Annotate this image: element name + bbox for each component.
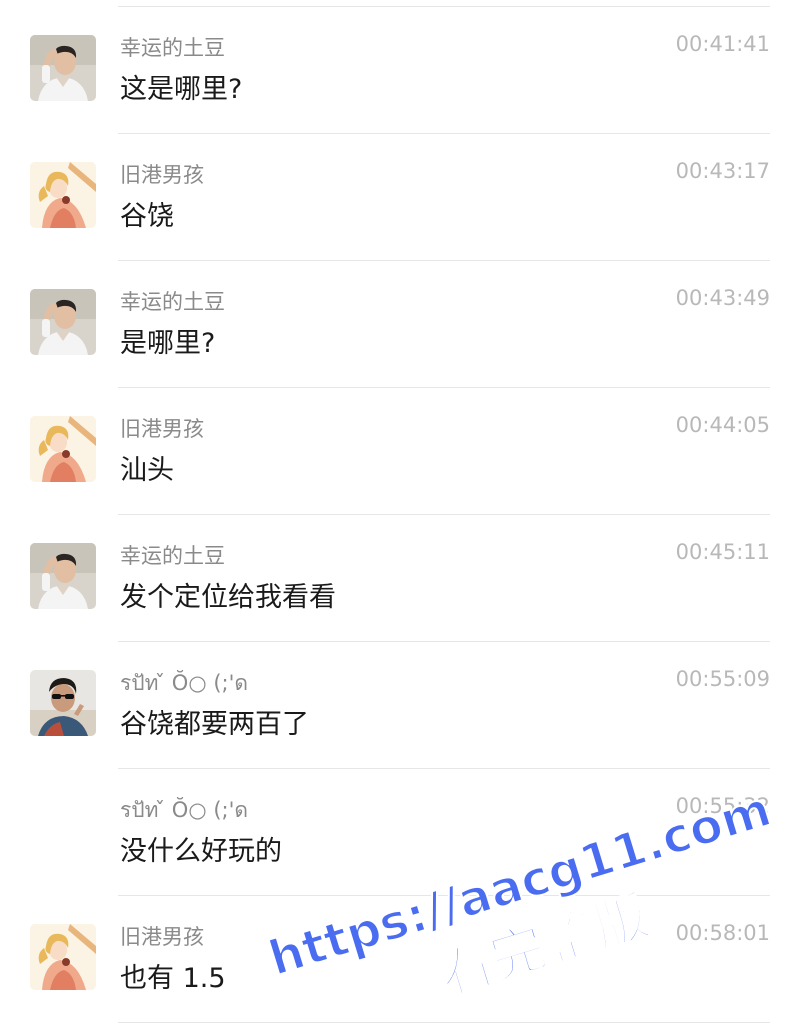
sender-name: 幸运的土豆	[120, 544, 225, 568]
message-item[interactable]: 旧港男孩 00:44:05 汕头	[0, 388, 800, 515]
message-text: 也有 1.5	[120, 963, 226, 994]
message-time: 00:55:32	[675, 794, 770, 818]
sender-name: 幸运的土豆	[120, 290, 225, 314]
message-time: 00:58:01	[675, 921, 770, 945]
message-time: 00:55:09	[675, 667, 770, 691]
message-text: 谷饶	[120, 201, 174, 232]
sender-name: 旧港男孩	[120, 163, 204, 187]
anime-character-avatar[interactable]	[30, 416, 96, 482]
message-text: 汕头	[120, 455, 174, 486]
message-item[interactable]: รปัท ̌ Ŏ○ (;'ด 00:55:09 谷饶都要两百了	[0, 642, 800, 769]
message-text: 没什么好玩的	[120, 836, 282, 867]
message-item[interactable]: 幸运的土豆 00:43:49 是哪里?	[0, 261, 800, 388]
sender-name: 幸运的土豆	[120, 36, 225, 60]
message-time: 00:43:49	[675, 286, 770, 310]
message-time: 00:45:11	[675, 540, 770, 564]
message-item[interactable]: 幸运的土豆 00:41:41 这是哪里?	[0, 7, 800, 134]
anime-character-avatar[interactable]	[30, 924, 96, 990]
sender-name: 旧港男孩	[120, 925, 204, 949]
sender-name: 旧港男孩	[120, 417, 204, 441]
man-white-shirt-avatar[interactable]	[30, 35, 96, 101]
message-text: 是哪里?	[120, 328, 216, 359]
sender-name: รปัท ̌ Ŏ○ (;'ด	[120, 671, 249, 695]
chat-history-page: 幸运的土豆 00:41:41 这是哪里? 旧港男孩 00:43:17 谷饶 幸运的土豆 00:…	[0, 0, 800, 1034]
sunglasses-person-avatar[interactable]	[30, 670, 96, 736]
message-item[interactable]: 旧港男孩 00:58:01 也有 1.5	[0, 896, 800, 1023]
message-time: 00:44:05	[675, 413, 770, 437]
message-item[interactable]: 旧港男孩 00:43:17 谷饶	[0, 134, 800, 261]
anime-character-avatar[interactable]	[30, 162, 96, 228]
sender-name: รปัท ̌ Ŏ○ (;'ด	[120, 798, 249, 822]
message-time: 00:43:17	[675, 159, 770, 183]
divider	[118, 1022, 770, 1023]
message-time: 00:41:41	[675, 32, 770, 56]
message-item[interactable]: รปัท ̌ Ŏ○ (;'ด 00:55:32 没什么好玩的	[0, 769, 800, 896]
message-item[interactable]: 幸运的土豆 00:45:11 发个定位给我看看	[0, 515, 800, 642]
message-text: 这是哪里?	[120, 74, 243, 105]
man-white-shirt-avatar[interactable]	[30, 543, 96, 609]
man-white-shirt-avatar[interactable]	[30, 289, 96, 355]
message-text: 谷饶都要两百了	[120, 709, 309, 740]
message-text: 发个定位给我看看	[120, 582, 336, 613]
